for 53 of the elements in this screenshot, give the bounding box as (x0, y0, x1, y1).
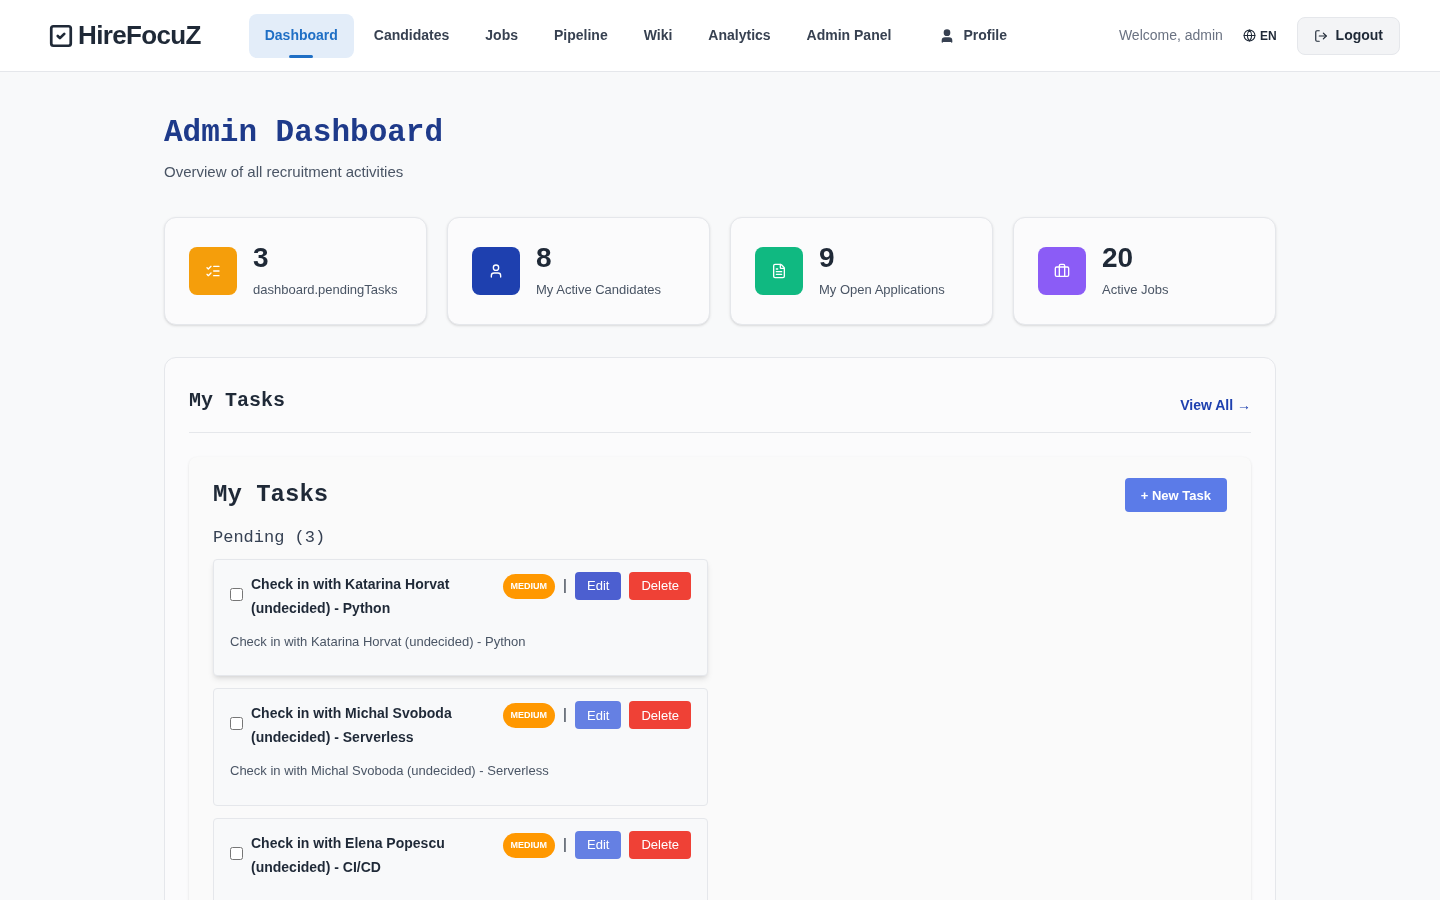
nav-link[interactable]: Admin Panel (790, 13, 908, 58)
briefcase-icon (1054, 263, 1070, 280)
stat-value: 20 (1102, 243, 1135, 272)
task-checkbox[interactable] (230, 587, 243, 601)
separator-text: | (563, 574, 567, 595)
welcome-text: Welcome, admin (1118, 26, 1223, 45)
nav-link[interactable]: Dashboard (248, 13, 354, 58)
panel-title: My Tasks (213, 480, 329, 511)
stat-value: 9 (819, 243, 836, 272)
priority-badge: MEDIUM (502, 832, 556, 858)
brand-logo[interactable]: HireFocuZ (78, 16, 201, 55)
nav-link[interactable]: Jobs (469, 13, 534, 58)
globe-icon (1242, 29, 1256, 42)
document-icon (771, 263, 787, 280)
separator-text: | (563, 704, 567, 725)
logout-icon (1313, 28, 1328, 43)
task-checkbox[interactable] (230, 846, 243, 860)
task-description: Check in with Michal Svoboda (undecided) - Serverless (230, 762, 550, 781)
stat-label: Active Jobs (1102, 280, 1169, 299)
user-icon (488, 263, 504, 280)
stat-label: My Open Applications (819, 280, 945, 299)
group-heading: Pending (3) (213, 527, 327, 550)
task-title: Check in with Elena Popescu (undecided) - CI/CD (251, 833, 446, 877)
page-title: Admin Dashboard (164, 114, 445, 152)
nav-link[interactable]: Candidates (357, 13, 466, 58)
page-subtitle: Overview of all recruitment activities (164, 161, 405, 182)
stat-value: 8 (536, 243, 553, 272)
task-title: Check in with Katarina Horvat (undecided) - Python (251, 574, 451, 618)
view-all-link[interactable]: View All → (1180, 395, 1251, 417)
language-selector[interactable]: EN (1242, 26, 1277, 45)
task-title: Check in with Michal Svoboda (undecided) - Serverless (251, 704, 453, 748)
stat-value: 3 (253, 243, 270, 272)
logo-checkbox-icon (48, 22, 74, 49)
priority-badge: MEDIUM (502, 703, 556, 729)
delete-button[interactable]: Delete (629, 571, 691, 600)
delete-button[interactable]: Delete (629, 830, 691, 859)
task-description: Check in with Katarina Horvat (undecided) - Python (230, 632, 527, 651)
task-checkbox[interactable] (230, 717, 243, 731)
section-title: My Tasks (189, 388, 285, 415)
nav-link[interactable]: Wiki (627, 13, 689, 58)
nav-link[interactable]: Profile (923, 13, 1023, 58)
stat-label: dashboard.pendingTasks (253, 280, 398, 299)
edit-button[interactable]: Edit (575, 830, 622, 859)
priority-badge: MEDIUM (502, 573, 556, 599)
edit-button[interactable]: Edit (575, 571, 622, 600)
stat-label: My Active Candidates (536, 280, 661, 299)
new-task-button[interactable]: + New Task (1124, 478, 1227, 513)
delete-button[interactable]: Delete (629, 701, 691, 730)
nav-link[interactable]: Pipeline (538, 13, 624, 58)
logout-button[interactable]: Logout (1296, 16, 1400, 55)
separator-text: | (563, 833, 567, 854)
edit-button[interactable]: Edit (575, 701, 622, 730)
nav-link[interactable]: Analytics (692, 13, 787, 58)
